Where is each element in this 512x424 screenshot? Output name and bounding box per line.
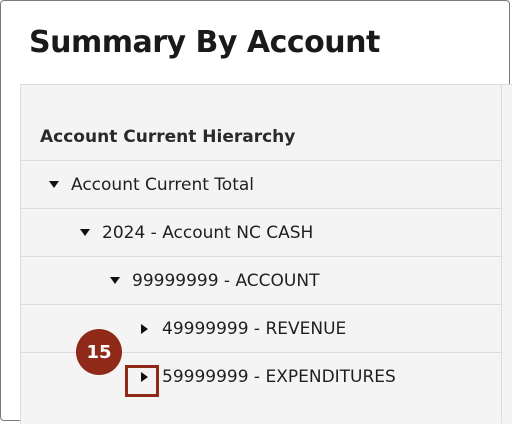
hierarchy-column-header: Account Current Hierarchy — [40, 126, 296, 147]
column-divider — [501, 85, 502, 423]
tree-row-label: 49999999 - REVENUE — [162, 318, 347, 339]
tree-row-account[interactable]: 99999999 - ACCOUNT — [21, 257, 501, 305]
caret-down-icon[interactable] — [110, 277, 120, 284]
step-callout-badge: 15 — [76, 329, 122, 375]
highlight-box — [125, 365, 159, 397]
hierarchy-header-row: Account Current Hierarchy — [21, 113, 501, 161]
tree-row-label: 59999999 - EXPENDITURES — [162, 367, 396, 387]
page-title: Summary By Account — [29, 25, 380, 60]
caret-right-icon[interactable] — [141, 323, 148, 334]
caret-down-icon[interactable] — [80, 229, 90, 236]
caret-down-icon[interactable] — [49, 181, 59, 188]
tree-row-label: 99999999 - ACCOUNT — [132, 270, 320, 291]
tree-row-label: 2024 - Account NC CASH — [102, 222, 314, 243]
screenshot-frame: Summary By Account Account Current Hiera… — [0, 0, 512, 424]
tree-row-account-nc-cash[interactable]: 2024 - Account NC CASH — [21, 209, 501, 257]
tree-row-account-current-total[interactable]: Account Current Total — [21, 161, 501, 209]
tree-row-label: Account Current Total — [71, 174, 254, 195]
